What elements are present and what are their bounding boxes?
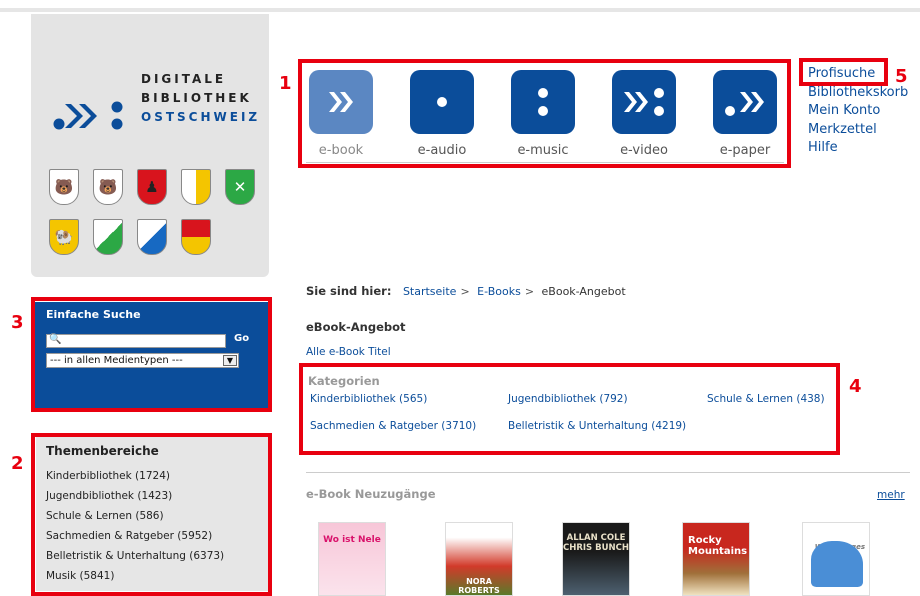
- annotation-number-3: 3: [11, 312, 24, 333]
- crest-appenzell-ar-icon: 🐻: [93, 169, 123, 205]
- logo-panel: DIGITALE BIBLIOTHEK OSTSCHWEIZ 🐻 🐻 ♟ ✕ 🐏: [31, 14, 269, 277]
- crest-zurich-icon: [137, 219, 167, 255]
- book-cover[interactable]: NORA ROBERTS: [445, 522, 513, 596]
- annotation-number-2: 2: [11, 453, 24, 474]
- logo-mark-icon: [53, 101, 123, 130]
- mein-konto-link[interactable]: Mein Konto: [808, 102, 908, 121]
- crest-st-gallen-icon: ✕: [225, 169, 255, 205]
- book-cover-text: ALLAN COLE CHRIS BUNCH: [563, 533, 629, 553]
- crest-thurgau-icon: [93, 219, 123, 255]
- book-cover[interactable]: ALLAN COLE CHRIS BUNCH: [562, 522, 630, 596]
- breadcrumb-current: eBook-Angebot: [541, 285, 626, 298]
- mammoth-illustration: [811, 541, 863, 587]
- annotation-box-3: [31, 297, 272, 412]
- book-cover-text: Rocky Mountains: [688, 535, 748, 557]
- section-divider: [306, 472, 910, 473]
- all-ebook-titles-link[interactable]: Alle e-Book Titel: [306, 346, 391, 358]
- book-cover[interactable]: Rocky Mountains: [682, 522, 750, 596]
- bibliothekskorb-link[interactable]: Bibliothekskorb: [808, 84, 908, 103]
- breadcrumb-separator: >: [524, 285, 535, 298]
- merkzettel-link[interactable]: Merkzettel: [808, 121, 908, 140]
- neuzugaenge-title: e-Book Neuzugänge: [306, 487, 436, 501]
- annotation-box-4: [299, 363, 840, 455]
- crest-graubuenden-icon: [181, 169, 211, 205]
- top-divider: [0, 8, 920, 12]
- logo-text: DIGITALE BIBLIOTHEK OSTSCHWEIZ: [141, 70, 260, 127]
- annotation-box-5: [799, 58, 888, 86]
- breadcrumb-separator: >: [460, 285, 470, 298]
- book-cover-text: Wo ist Nele: [323, 535, 381, 545]
- book-cover-text: NORA ROBERTS: [458, 577, 500, 595]
- mehr-link[interactable]: mehr: [877, 489, 905, 501]
- logo-line-2: BIBLIOTHEK: [141, 91, 252, 105]
- annotation-box-2: [31, 433, 272, 596]
- crest-appenzell-ir-icon: 🐻: [49, 169, 79, 205]
- book-cover[interactable]: Wo ist Nele: [318, 522, 386, 596]
- hilfe-link[interactable]: Hilfe: [808, 139, 908, 158]
- annotation-number-1: 1: [279, 73, 292, 94]
- breadcrumb-e-books[interactable]: E-Books: [477, 285, 521, 298]
- page-title: eBook-Angebot: [306, 320, 406, 334]
- crest-fl-icon: [181, 219, 211, 255]
- breadcrumb-startseite[interactable]: Startseite: [403, 285, 457, 298]
- crest-glarus-icon: ♟: [137, 169, 167, 205]
- logo-line-3: OSTSCHWEIZ: [141, 110, 261, 124]
- logo-line-1: DIGITALE: [141, 72, 227, 86]
- annotation-number-4: 4: [849, 376, 862, 397]
- annotation-number-5: 5: [895, 66, 908, 87]
- breadcrumb: Sie sind hier: Startseite > E-Books > eBoo…: [306, 284, 626, 298]
- book-cover[interactable]: Wendy Jages: [802, 522, 870, 596]
- breadcrumb-prefix: Sie sind hier:: [306, 284, 392, 298]
- crest-schaffhausen-icon: 🐏: [49, 219, 79, 255]
- annotation-box-1: [298, 59, 791, 168]
